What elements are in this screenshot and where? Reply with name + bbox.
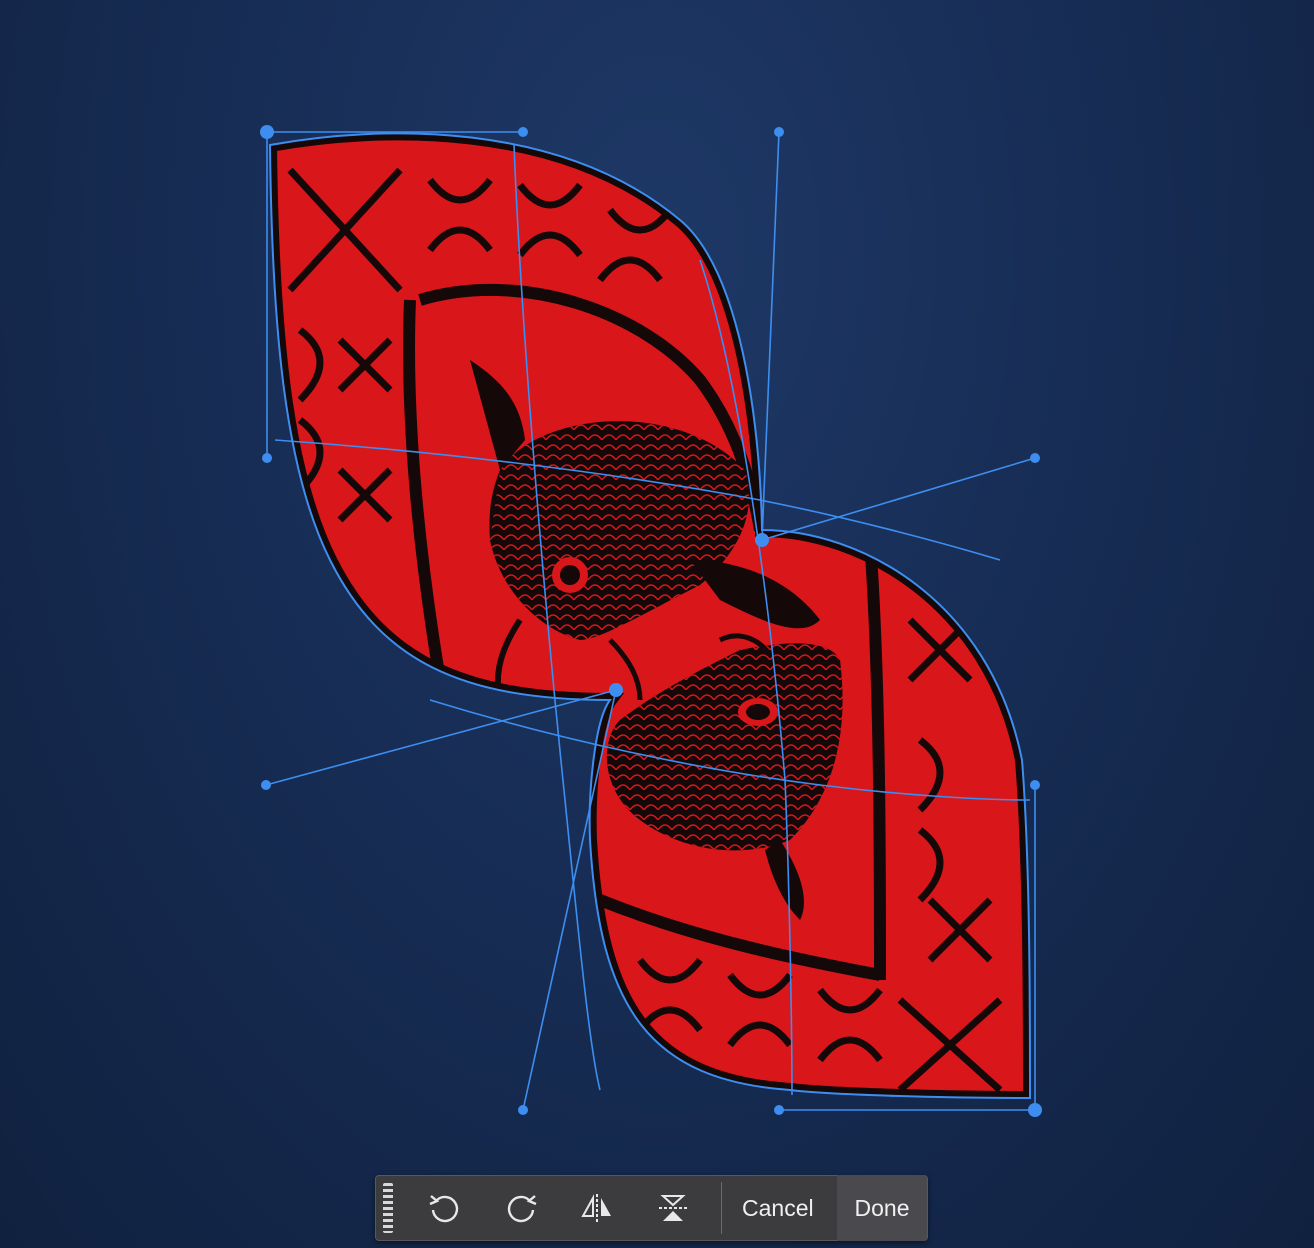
toolbar-separator [721,1182,722,1234]
corner-handle-top-left[interactable] [260,125,274,139]
rotate-clockwise-icon [507,1195,537,1223]
flip-vertical-icon [659,1195,687,1221]
control-handle[interactable] [261,780,271,790]
control-handle[interactable] [774,127,784,137]
transform-toolbar: Cancel Done [375,1175,928,1241]
corner-handle-bottom-right[interactable] [1028,1103,1042,1117]
editing-canvas [0,0,1314,1248]
anchor-handle[interactable] [755,533,769,547]
control-handle[interactable] [1030,780,1040,790]
drag-grip-icon[interactable] [383,1183,393,1233]
warp-artwork [260,125,1042,1117]
done-button[interactable]: Done [837,1175,927,1241]
anchor-handle[interactable] [609,683,623,697]
rotate-counterclockwise-icon [429,1195,459,1223]
control-handle[interactable] [518,127,528,137]
rotate-right-button[interactable] [483,1175,559,1241]
control-handle[interactable] [262,453,272,463]
rotate-left-button[interactable] [407,1175,483,1241]
flip-horizontal-button[interactable] [559,1175,635,1241]
control-handle[interactable] [1030,453,1040,463]
control-handle[interactable] [774,1105,784,1115]
papercut-artwork [270,133,1030,1099]
flip-vertical-button[interactable] [635,1175,711,1241]
flip-horizontal-icon [581,1194,611,1222]
cancel-button[interactable]: Cancel [728,1175,828,1241]
control-handle[interactable] [518,1105,528,1115]
